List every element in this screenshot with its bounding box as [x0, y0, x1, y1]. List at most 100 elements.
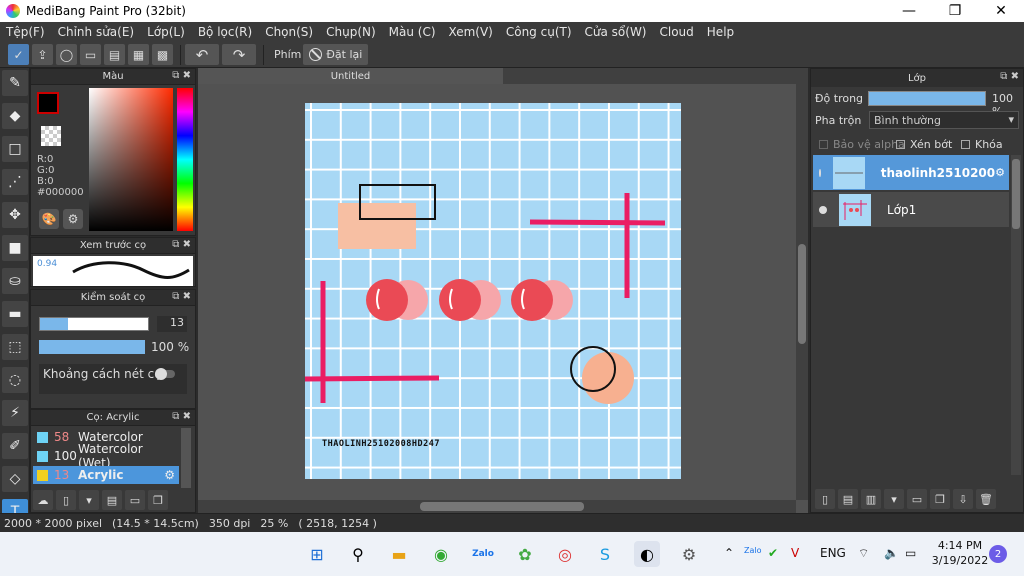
new-layer-8bit-icon[interactable]: ▤: [838, 489, 858, 509]
menu-cloud[interactable]: Cloud: [660, 25, 694, 39]
spacing-toggle[interactable]: [155, 368, 175, 380]
menu-window[interactable]: Cửa sổ(W): [585, 25, 647, 39]
fill-rect-tool-icon[interactable]: ■: [2, 235, 28, 261]
clock[interactable]: 4:14 PM 3/19/2022: [930, 538, 990, 568]
canvas[interactable]: THAOLINH25102008HD247: [305, 103, 681, 479]
vertical-scrollbar[interactable]: [796, 84, 808, 500]
skype-icon[interactable]: S: [592, 541, 618, 567]
lock-checkbox[interactable]: Khóa: [961, 138, 1003, 151]
eraser-tool-icon[interactable]: ◆: [2, 103, 28, 129]
brush-item-selected[interactable]: 13 Acrylic ⚙: [33, 466, 179, 484]
brush-item[interactable]: 100 Watercolor (Wet): [33, 442, 179, 470]
scroll-thumb[interactable]: [798, 244, 806, 344]
brush-size-value[interactable]: 13: [157, 316, 187, 332]
brush-tool-icon[interactable]: ✎: [2, 70, 28, 96]
wifi-icon[interactable]: ⌔: [858, 546, 869, 561]
brush-settings-icon[interactable]: ▤: [102, 490, 122, 510]
layer-row[interactable]: Lớp1: [813, 192, 1009, 227]
panel-buttons[interactable]: ⧉ ✖: [172, 411, 191, 422]
layer-row-selected[interactable]: thaolinh2510200 ⚙: [813, 155, 1009, 190]
maximize-button[interactable]: ❐: [932, 0, 978, 22]
redo-icon[interactable]: ↷: [222, 44, 256, 65]
check-tray-icon[interactable]: ✔: [768, 546, 778, 560]
merge-down-icon[interactable]: ⇩: [953, 489, 973, 509]
close-button[interactable]: ✕: [978, 0, 1024, 22]
settings-icon[interactable]: ⚙: [676, 541, 702, 567]
gradient-tool-icon[interactable]: ▬: [2, 301, 28, 327]
panel-layout-icon[interactable]: ▦: [128, 44, 149, 65]
zalo-tray-icon[interactable]: Zalo: [744, 546, 762, 555]
start-icon[interactable]: ⊞: [304, 541, 330, 567]
foreground-color-swatch[interactable]: [37, 92, 59, 114]
notification-badge[interactable]: 2: [989, 545, 1007, 563]
zalo-icon[interactable]: Zalo: [470, 541, 496, 567]
add-brush-icon[interactable]: ▾: [79, 490, 99, 510]
chrome-profile-icon[interactable]: ◎: [552, 541, 578, 567]
speaker-icon[interactable]: 🔈: [884, 546, 899, 560]
language-indicator[interactable]: ENG: [820, 546, 846, 560]
grid-icon[interactable]: ▩: [152, 44, 173, 65]
undo-icon[interactable]: ↶: [185, 44, 219, 65]
cloud-download-icon[interactable]: ☁: [33, 490, 53, 510]
visibility-icon[interactable]: [819, 168, 821, 177]
move-tool-icon[interactable]: ✥: [2, 202, 28, 228]
horizontal-scrollbar[interactable]: [198, 500, 796, 513]
menu-snap[interactable]: Chụp(N): [326, 25, 376, 39]
protect-alpha-checkbox[interactable]: Bảo vệ alpha: [819, 138, 905, 151]
menu-edit[interactable]: Chỉnh sửa(E): [58, 25, 135, 39]
layer-opacity-slider[interactable]: [868, 91, 986, 106]
select-eraser-icon[interactable]: ◇: [2, 466, 28, 492]
search-icon[interactable]: ⚲: [345, 541, 371, 567]
select-tool-icon[interactable]: ⬚: [2, 334, 28, 360]
speech-bubble-icon[interactable]: ◯: [56, 44, 77, 65]
file-explorer-icon[interactable]: ▬: [386, 541, 412, 567]
select-pen-icon[interactable]: ✐: [2, 433, 28, 459]
menu-view[interactable]: Xem(V): [449, 25, 493, 39]
menu-filter[interactable]: Bộ lọc(R): [198, 25, 252, 39]
hue-slider[interactable]: [177, 88, 193, 231]
panel-buttons[interactable]: ⧉ ✖: [172, 70, 191, 81]
app-icon[interactable]: ✿: [512, 541, 538, 567]
bucket-tool-icon[interactable]: ⛀: [2, 268, 28, 294]
panel-buttons[interactable]: ⧉ ✖: [1000, 71, 1019, 82]
brush-opacity-slider[interactable]: [39, 340, 145, 354]
chrome-icon[interactable]: ◉: [428, 541, 454, 567]
menu-layer[interactable]: Lớp(L): [147, 25, 185, 39]
delete-layer-icon[interactable]: 🗑: [976, 489, 996, 509]
new-brush-icon[interactable]: ▯: [56, 490, 76, 510]
saturation-value-picker[interactable]: [89, 88, 173, 231]
brush-size-slider[interactable]: [39, 317, 149, 331]
magic-wand-icon[interactable]: ⚡: [2, 400, 28, 426]
menu-tools[interactable]: Công cụ(T): [506, 25, 572, 39]
clip-checkbox[interactable]: Xén bớt: [896, 138, 952, 151]
share-icon[interactable]: ⇪: [32, 44, 53, 65]
menu-file[interactable]: Tệp(F): [6, 25, 45, 39]
page-icon[interactable]: ▤: [104, 44, 125, 65]
medibang-taskbar-icon[interactable]: ◐: [634, 541, 660, 567]
duplicate-icon[interactable]: ❐: [148, 490, 168, 510]
comment-icon[interactable]: ▭: [80, 44, 101, 65]
chevron-up-icon[interactable]: ⌃: [724, 546, 734, 560]
new-layer-1bit-icon[interactable]: ▥: [861, 489, 881, 509]
menu-select[interactable]: Chọn(S): [265, 25, 313, 39]
dot-tool-icon[interactable]: ⋰: [2, 169, 28, 195]
v-tray-icon[interactable]: V: [791, 546, 799, 560]
visibility-icon[interactable]: [819, 205, 827, 214]
duplicate-layer-icon[interactable]: ❐: [930, 489, 950, 509]
palette-settings-icon[interactable]: ⚙: [63, 209, 83, 229]
scroll-thumb[interactable]: [1012, 159, 1020, 229]
brush-list-scrollbar[interactable]: [181, 428, 191, 488]
panel-buttons[interactable]: ⧉ ✖: [172, 239, 191, 250]
scroll-thumb[interactable]: [420, 502, 584, 511]
layer-folder-icon[interactable]: ▭: [907, 489, 927, 509]
add-layer-menu-icon[interactable]: ▾: [884, 489, 904, 509]
menu-color[interactable]: Màu (C): [389, 25, 436, 39]
lasso-tool-icon[interactable]: ◌: [2, 367, 28, 393]
rectangle-tool-icon[interactable]: □: [2, 136, 28, 162]
check-icon[interactable]: ✓: [8, 44, 29, 65]
menu-help[interactable]: Help: [707, 25, 734, 39]
minimize-button[interactable]: —: [886, 0, 932, 22]
layer-list-scrollbar[interactable]: [1011, 155, 1021, 475]
document-tab[interactable]: Untitled: [198, 68, 503, 84]
new-layer-icon[interactable]: ▯: [815, 489, 835, 509]
